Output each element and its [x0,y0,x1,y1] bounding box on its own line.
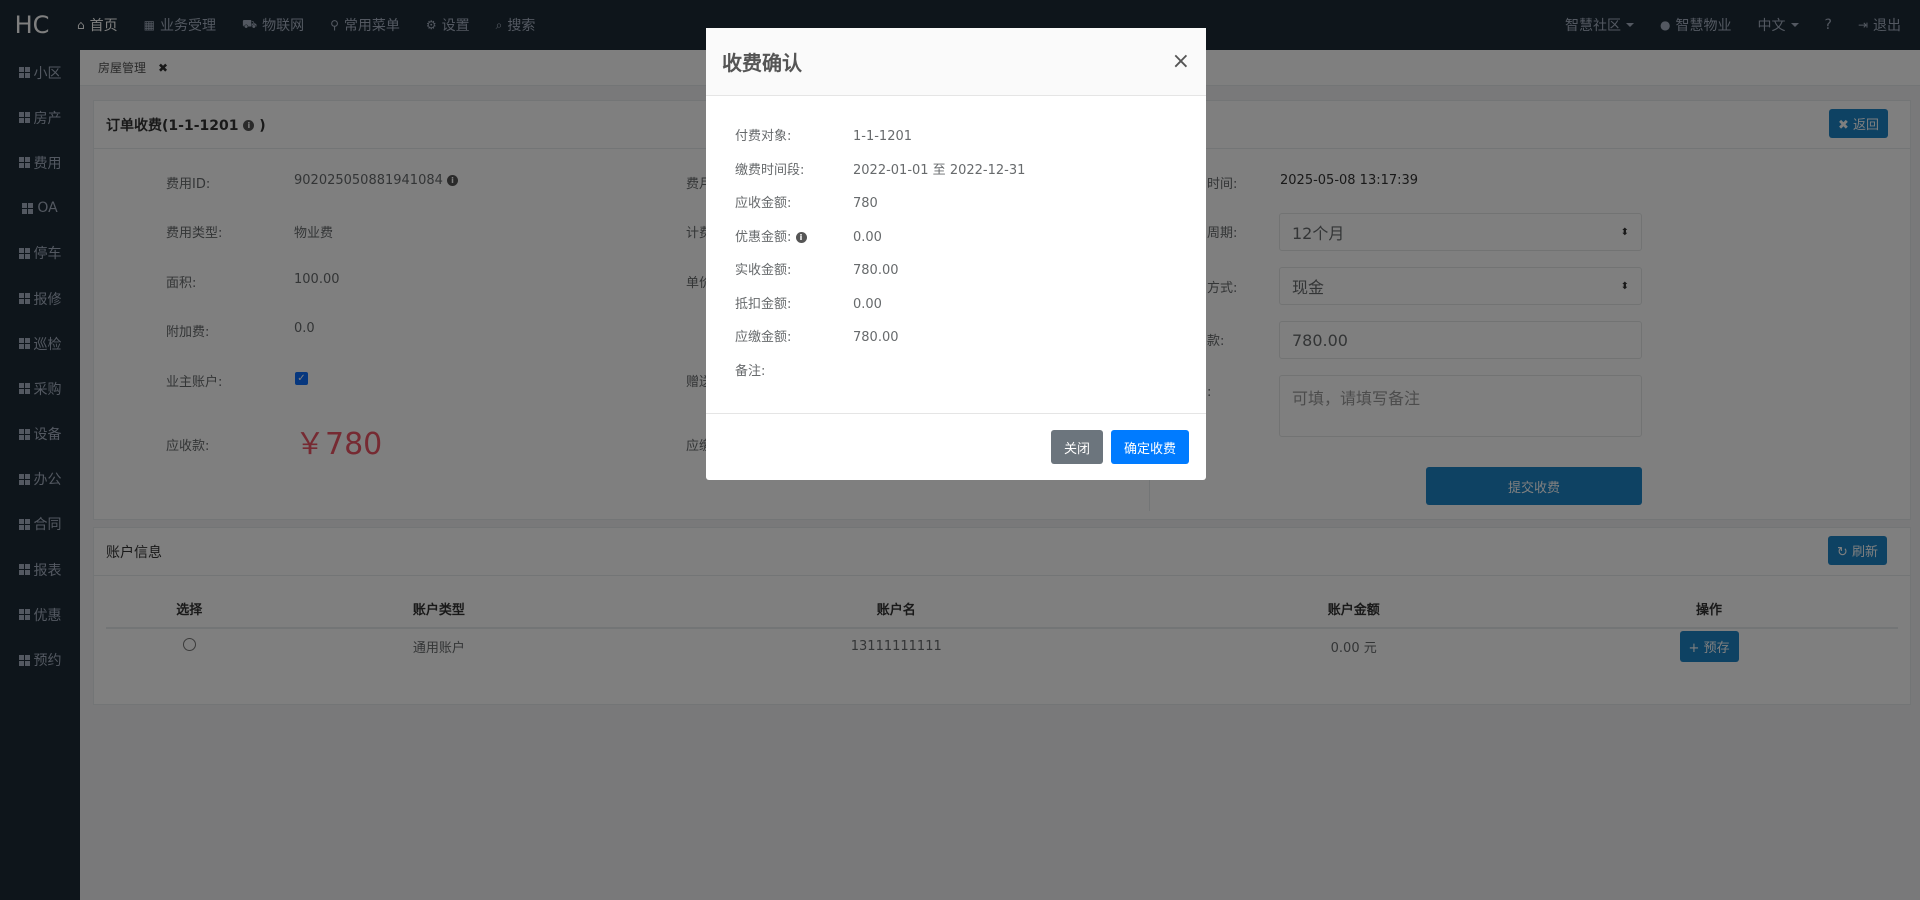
row-value: 0.00 [853,230,882,245]
fee-confirm-modal: 收费确认 × 付费对象: 1-1-1201 缴费时间段: 2022-01-01 至 … [706,28,1206,480]
modal-row-payable: 应缴金额: 780.00 [735,326,899,345]
row-label: 抵扣金额: [735,297,792,312]
modal-footer: 关闭 确定收费 [706,413,1206,480]
modal-row-payer: 付费对象: 1-1-1201 [735,125,912,144]
row-value: 0.00 [853,297,882,312]
modal-row-remark: 备注: [735,360,853,379]
row-label-wrap: 优惠金额: i [735,226,853,245]
modal-title: 收费确认 [722,51,802,75]
row-label: 应收金额: [735,196,792,211]
modal-row-actual: 实收金额: 780.00 [735,259,899,278]
row-label: 实收金额: [735,263,792,278]
row-label: 应缴金额: [735,330,792,345]
close-button[interactable]: 关闭 [1051,430,1103,464]
confirm-fee-button[interactable]: 确定收费 [1111,430,1189,464]
row-label: 优惠金额: [735,230,792,245]
row-value: 780.00 [853,263,899,278]
modal-row-discount: 优惠金额: i 0.00 [735,226,882,245]
row-label: 备注: [735,364,766,379]
close-icon[interactable]: × [1172,49,1190,74]
row-value: 780 [853,196,878,211]
modal-row-receivable: 应收金额: 780 [735,192,878,211]
row-label: 缴费时间段: [735,163,805,178]
row-value: 780.00 [853,330,899,345]
row-value: 2022-01-01 至 2022-12-31 [853,163,1026,178]
modal-row-deduction: 抵扣金额: 0.00 [735,293,882,312]
row-value: 1-1-1201 [853,129,913,144]
modal-row-period: 缴费时间段: 2022-01-01 至 2022-12-31 [735,159,1025,178]
row-label: 付费对象: [735,129,792,144]
info-icon[interactable]: i [795,232,807,243]
